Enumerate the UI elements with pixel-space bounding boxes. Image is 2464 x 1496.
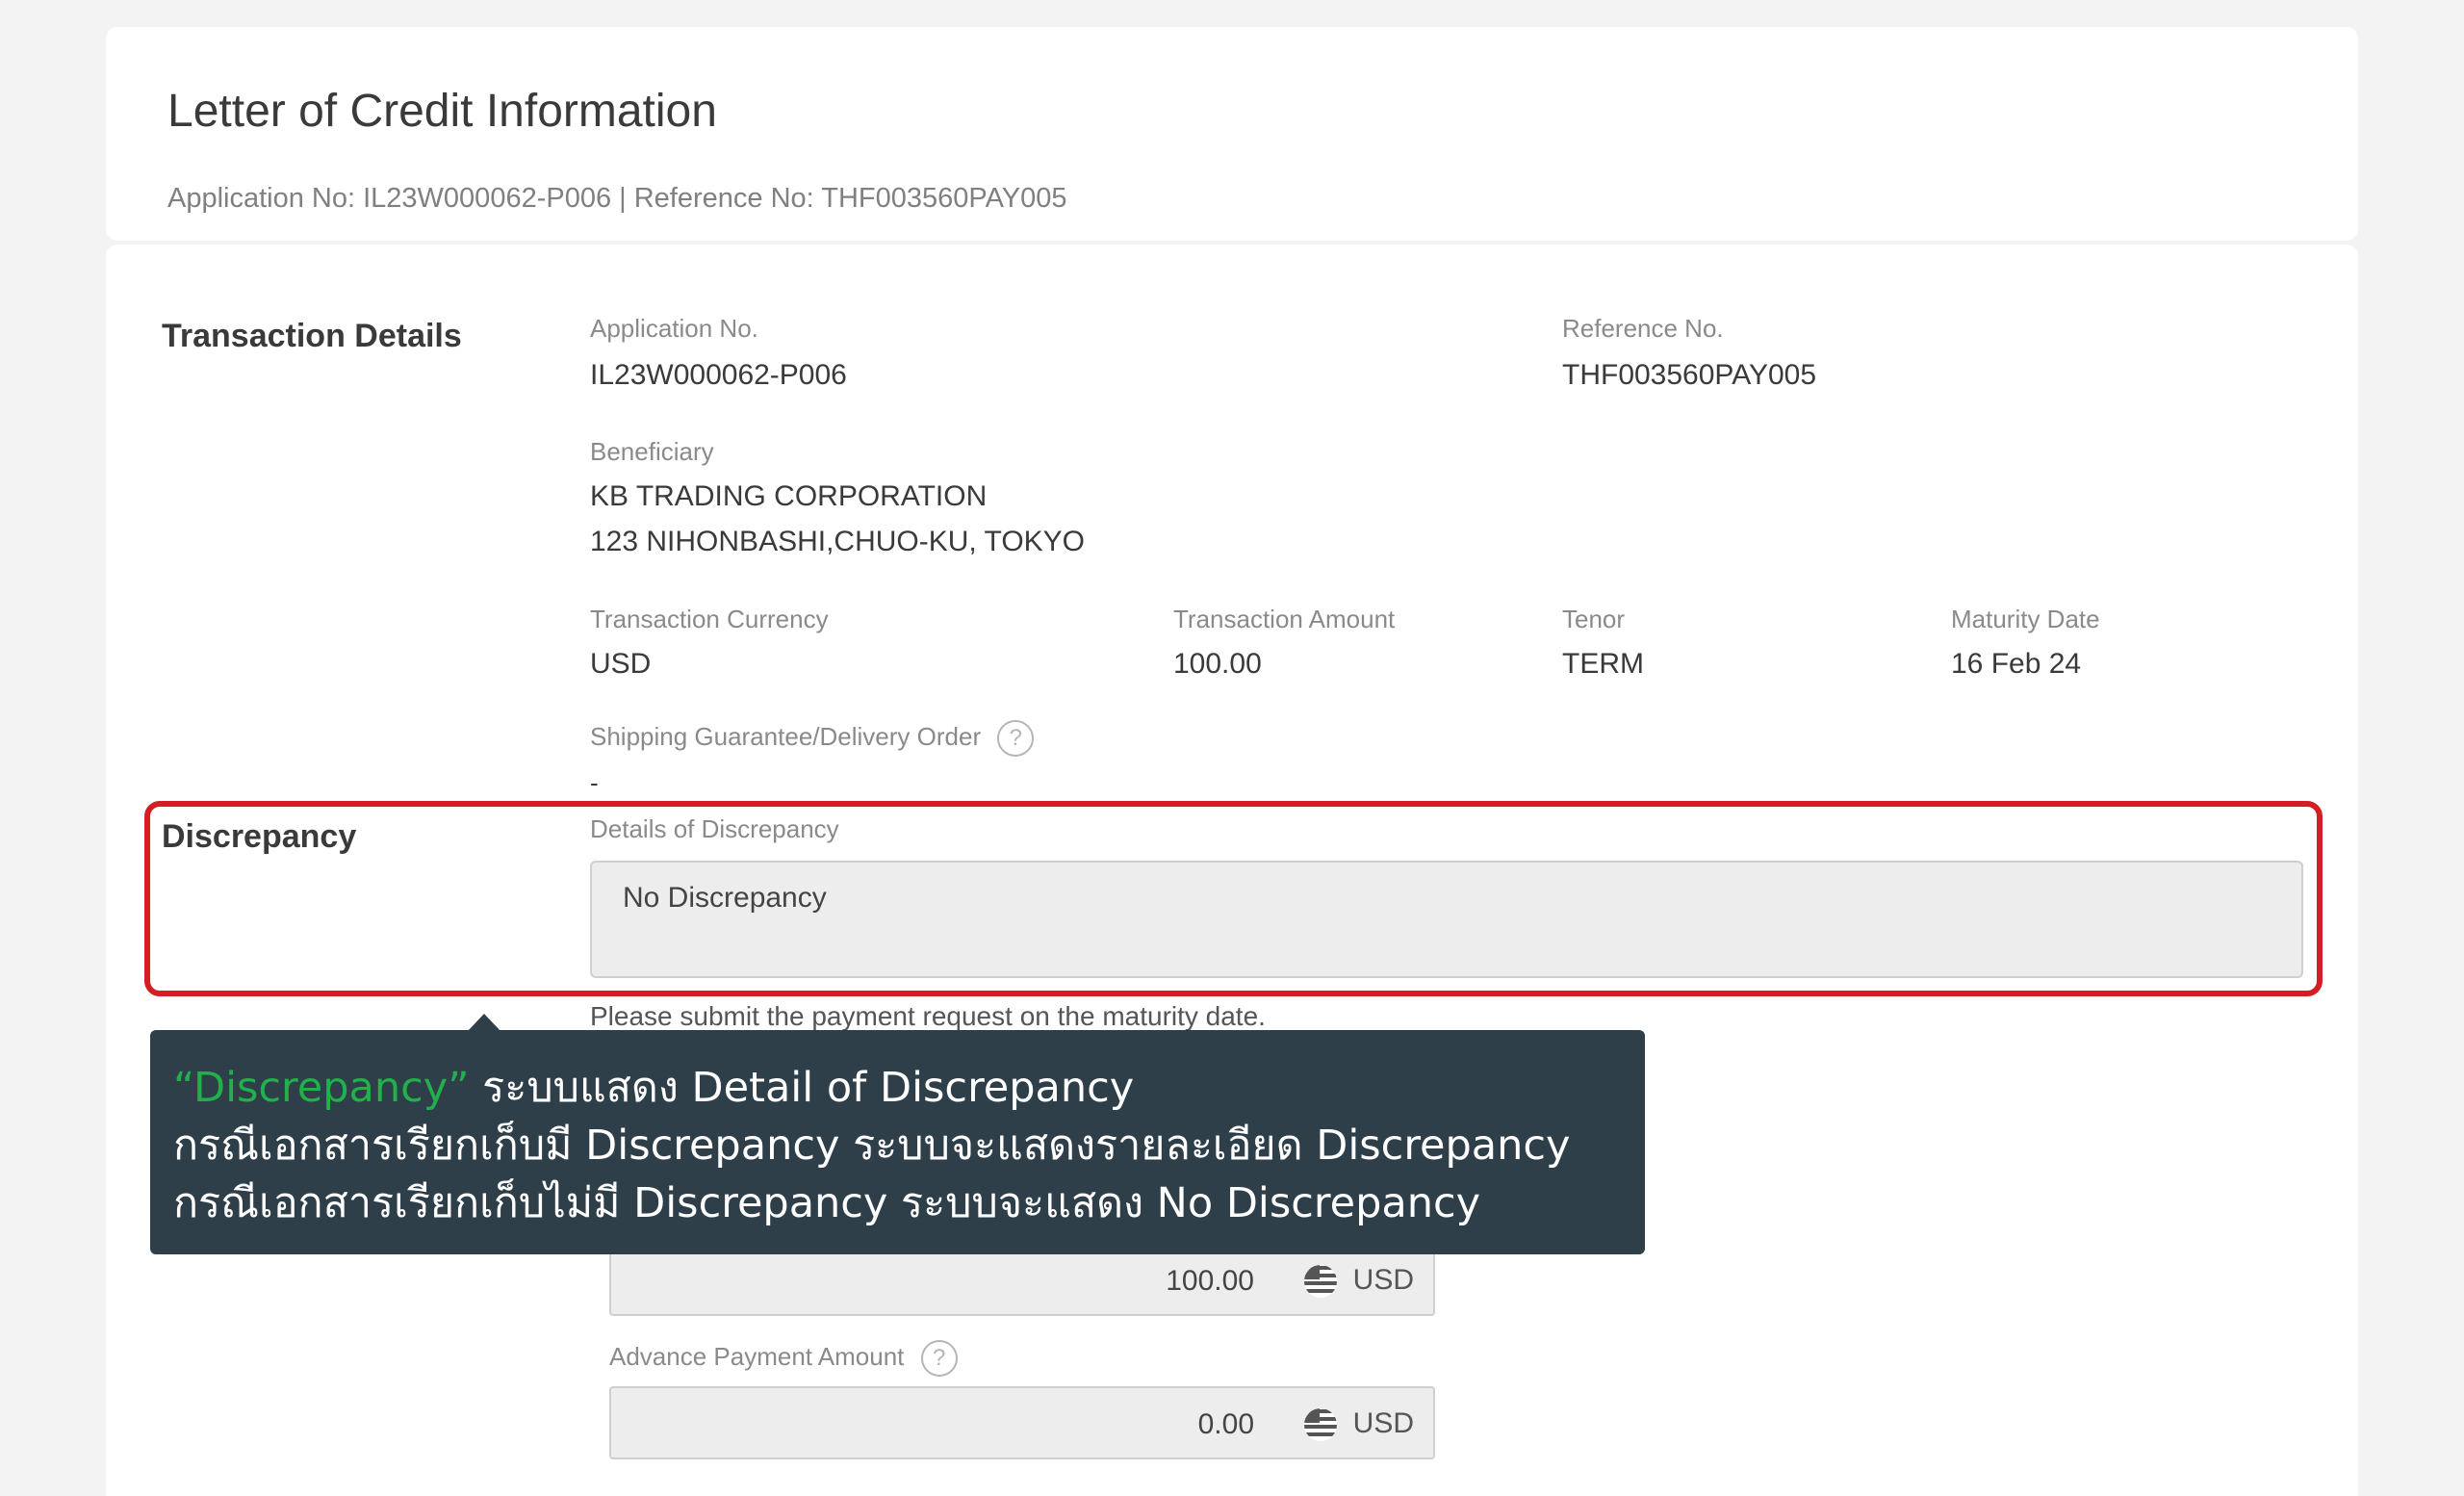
beneficiary-address: 123 NIHONBASHI,CHUO-KU, TOKYO bbox=[590, 526, 1086, 557]
transaction-currency-label: Transaction Currency bbox=[590, 605, 829, 633]
transaction-amount-value: 100.00 bbox=[1173, 648, 1262, 680]
reference-no-label: Reference No. bbox=[1562, 314, 1724, 343]
advance-payment-value: 0.00 bbox=[1197, 1408, 1254, 1440]
application-no-label: Application No. bbox=[590, 314, 758, 343]
advance-payment-label-text: Advance Payment Amount bbox=[609, 1342, 905, 1371]
advance-payment-input[interactable]: 0.00 USD bbox=[609, 1386, 1435, 1459]
shipping-guarantee-value: - bbox=[590, 768, 599, 797]
us-flag-icon bbox=[1304, 1408, 1337, 1441]
transaction-amount-label: Transaction Amount bbox=[1173, 605, 1396, 633]
question-circle-icon[interactable]: ? bbox=[920, 1340, 958, 1378]
beneficiary-name: KB TRADING CORPORATION bbox=[590, 480, 988, 512]
reference-no-value: THF003560PAY005 bbox=[1562, 359, 1817, 391]
payment-amount-value: 100.00 bbox=[1166, 1265, 1254, 1297]
tenor-value: TERM bbox=[1562, 648, 1644, 680]
highlight-frame bbox=[144, 801, 2323, 996]
callout-line-3: กรณีเอกสารเรียกเก็บไม่มี Discrepancy ระบ… bbox=[173, 1179, 1481, 1227]
us-flag-icon bbox=[1304, 1265, 1337, 1298]
header-card: Letter of Credit Information Application… bbox=[106, 27, 2358, 241]
question-circle-icon[interactable]: ? bbox=[997, 720, 1035, 758]
beneficiary-label: Beneficiary bbox=[590, 437, 714, 466]
payment-currency: USD bbox=[1352, 1264, 1414, 1296]
callout-tooltip: “Discrepancy” ระบบแสดง Detail of Discrep… bbox=[150, 1030, 1645, 1254]
section-title-transaction-details: Transaction Details bbox=[162, 318, 462, 354]
application-no-value: IL23W000062-P006 bbox=[590, 359, 847, 391]
shipping-guarantee-label-text: Shipping Guarantee/Delivery Order bbox=[590, 722, 982, 751]
advance-currency: USD bbox=[1352, 1407, 1414, 1439]
maturity-date-value: 16 Feb 24 bbox=[1951, 648, 2082, 680]
callout-arrow bbox=[468, 1014, 500, 1031]
callout-line-1: “Discrepancy” ระบบแสดง Detail of Discrep… bbox=[173, 1059, 1622, 1117]
maturity-notice: Please submit the payment request on the… bbox=[590, 1001, 1266, 1031]
transaction-currency-value: USD bbox=[590, 648, 652, 680]
callout-highlight: “Discrepancy” bbox=[173, 1064, 470, 1112]
callout-line-2: กรณีเอกสารเรียกเก็บมี Discrepancy ระบบจะ… bbox=[173, 1122, 1571, 1170]
maturity-date-label: Maturity Date bbox=[1951, 605, 2100, 633]
tenor-label: Tenor bbox=[1562, 605, 1626, 633]
page-title: Letter of Credit Information bbox=[167, 86, 717, 137]
callout-line-1-text: ระบบแสดง Detail of Discrepancy bbox=[469, 1064, 1135, 1112]
shipping-guarantee-label: Shipping Guarantee/Delivery Order ? bbox=[590, 716, 1035, 758]
page-subtitle: Application No: IL23W000062-P006 | Refer… bbox=[167, 183, 1067, 214]
advance-payment-label: Advance Payment Amount ? bbox=[609, 1336, 958, 1378]
